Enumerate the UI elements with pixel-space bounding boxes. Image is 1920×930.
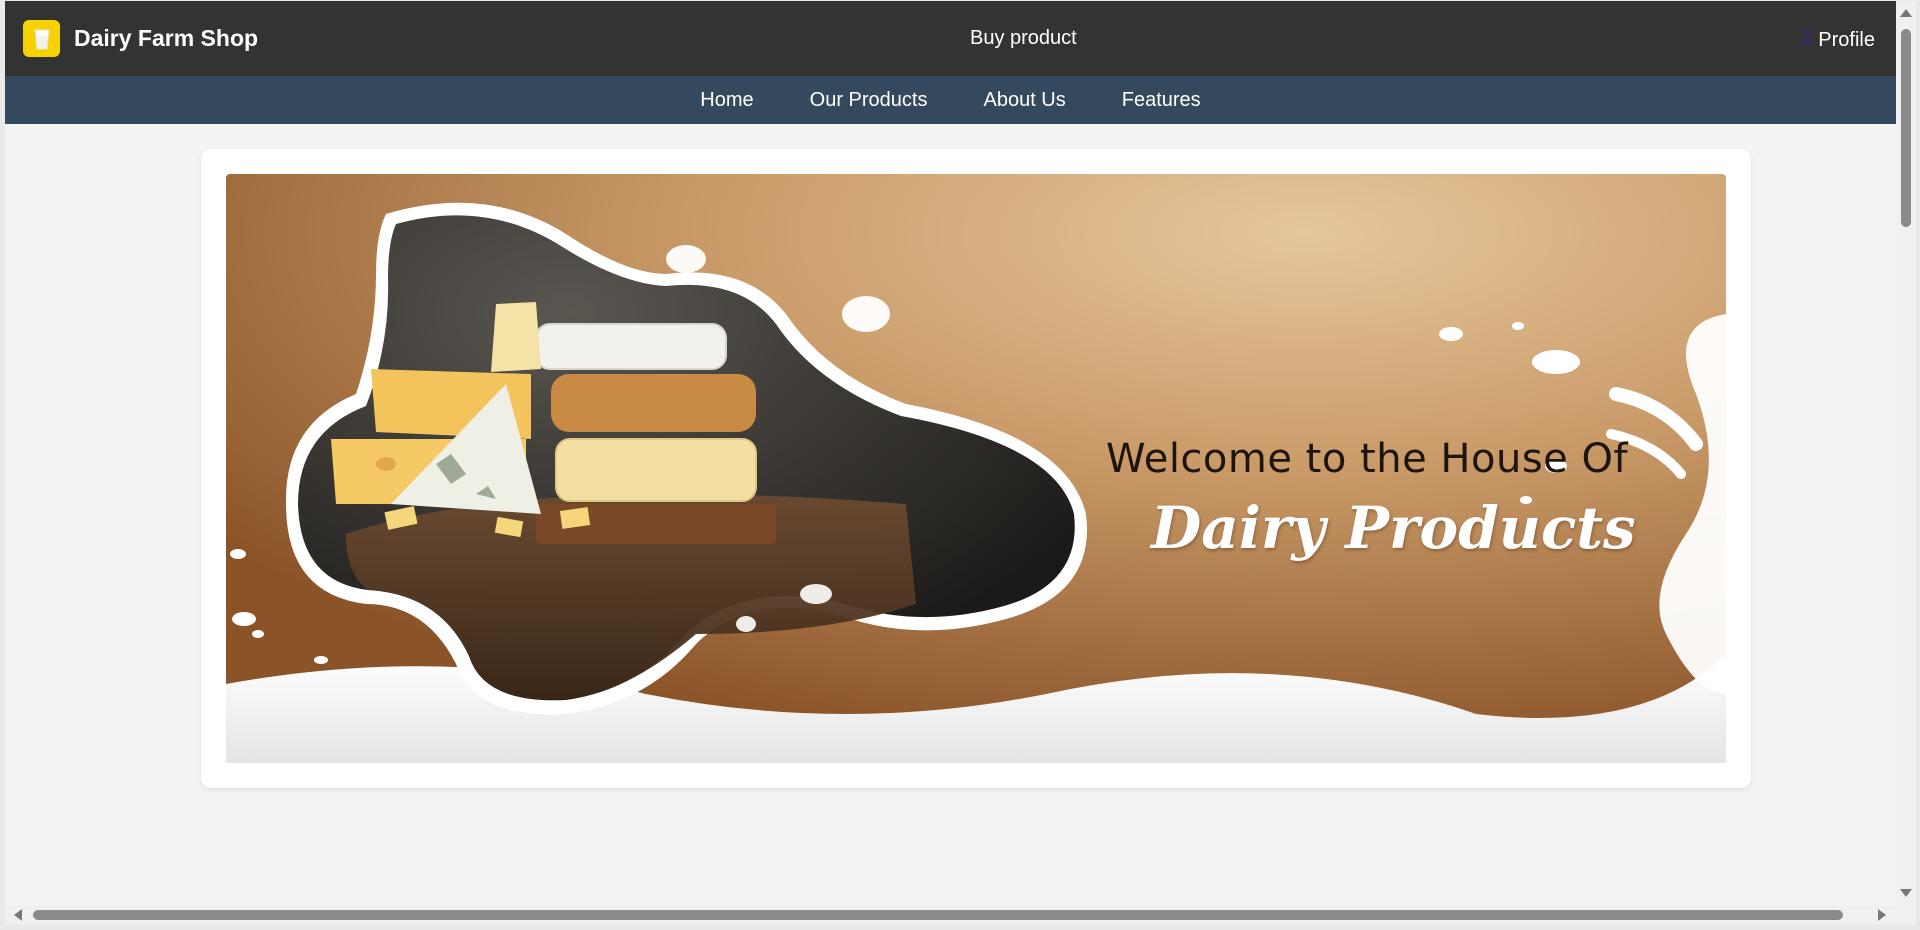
welcome-text: Welcome to the House Of: [1106, 436, 1629, 482]
profile-link[interactable]: Profile: [1800, 28, 1875, 52]
vertical-scroll-thumb[interactable]: [1901, 29, 1911, 227]
nav-item-home[interactable]: Home: [672, 89, 781, 112]
person-icon: [1800, 28, 1814, 52]
hero-banner-image: Welcome to the House Of Dairy Products: [226, 174, 1726, 763]
scroll-down-icon[interactable]: [1900, 889, 1912, 897]
horizontal-scroll-thumb[interactable]: [33, 910, 1843, 920]
nav-item-features[interactable]: Features: [1094, 89, 1229, 112]
browser-viewport: Dairy Farm Shop Buy product Profile Home…: [5, 1, 1896, 905]
horizontal-scrollbar[interactable]: [5, 905, 1896, 925]
profile-label: Profile: [1818, 28, 1875, 51]
top-header: Dairy Farm Shop Buy product Profile: [5, 1, 1896, 76]
milk-glass-icon[interactable]: [23, 20, 60, 57]
nav-item-about-us[interactable]: About Us: [955, 89, 1093, 112]
nav-item-our-products[interactable]: Our Products: [782, 89, 956, 112]
scroll-right-icon[interactable]: [1878, 909, 1886, 921]
main-nav: Home Our Products About Us Features: [5, 76, 1896, 124]
vertical-scrollbar[interactable]: [1896, 1, 1916, 905]
dairy-products-headline: Dairy Products: [1151, 494, 1636, 562]
scroll-left-icon[interactable]: [14, 909, 22, 921]
scroll-up-icon[interactable]: [1900, 9, 1912, 17]
scrollbar-corner: [1896, 905, 1916, 925]
brand-title[interactable]: Dairy Farm Shop: [74, 25, 258, 52]
banner-card: Welcome to the House Of Dairy Products: [201, 149, 1751, 788]
buy-product-link[interactable]: Buy product: [970, 27, 1077, 50]
